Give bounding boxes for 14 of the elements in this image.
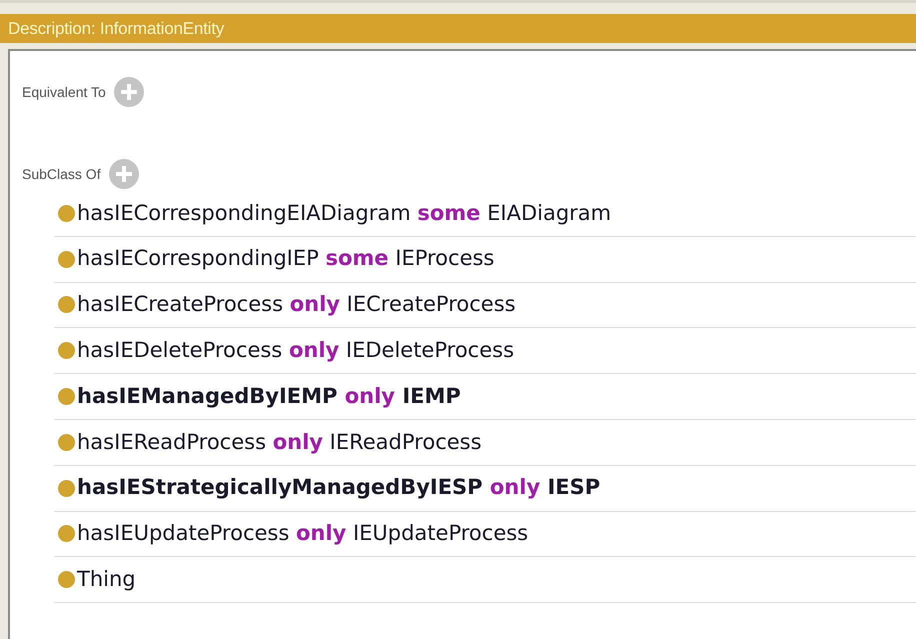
class-expression[interactable]: hasIECorrespondingEIADiagram some EIADiagram [77, 198, 612, 230]
class-expression[interactable]: hasIEReadProcess only IEReadProcess [77, 426, 482, 458]
class-expression[interactable]: hasIECreateProcess only IECreateProcess [77, 289, 516, 321]
class-expression[interactable]: hasIEDeleteProcess only IEDeleteProcess [77, 335, 514, 367]
add-icon[interactable] [114, 77, 144, 107]
header-title: Description: InformationEntity [8, 18, 224, 40]
class-expression[interactable]: Thing [77, 564, 136, 596]
class-expression[interactable]: hasIEStrategicallyManagedByIESP only IESP [77, 472, 600, 504]
add-icon[interactable] [108, 159, 139, 189]
section-label: Equivalent To [22, 82, 106, 102]
section-label: SubClass Of [22, 164, 101, 184]
class-expression[interactable]: hasIEManagedByIEMP only IEMP [77, 380, 461, 412]
class-expression[interactable]: hasIEUpdateProcess only IEUpdateProcess [77, 518, 528, 550]
class-expression[interactable]: hasIECorrespondingIEP some IEProcess [77, 243, 494, 275]
